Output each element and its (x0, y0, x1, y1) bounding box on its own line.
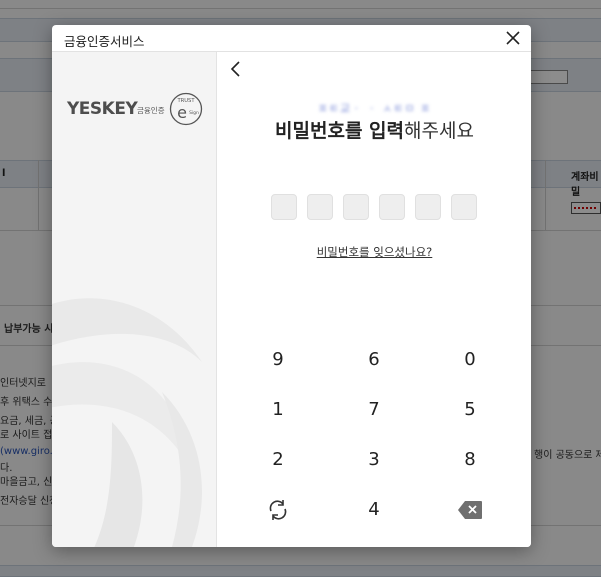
chevron-left-icon (230, 61, 240, 77)
refresh-icon (269, 500, 287, 520)
pin-box (343, 194, 369, 220)
close-icon (506, 31, 520, 45)
forgot-password: 비밀번호를 잊으셨나요? (218, 244, 531, 260)
backspace-button[interactable] (440, 492, 500, 528)
pin-box (307, 194, 333, 220)
keypad-key-2[interactable]: 2 (248, 442, 308, 478)
keypad-key-7[interactable]: 7 (344, 392, 404, 428)
auth-modal: 금융인증서비스 YESKEY 금융인증 TRUST e Sign ㅍㅌ교ㆍ ㆍ … (52, 25, 531, 547)
keypad-key-6[interactable]: 6 (344, 342, 404, 378)
keypad-key-3[interactable]: 3 (344, 442, 404, 478)
certificate-name: ㅍㅌ교ㆍ ㆍ ㅅㅌㅁ ㅍ (218, 97, 531, 115)
pin-box (451, 194, 477, 220)
keypad-key-1[interactable]: 1 (248, 392, 308, 428)
keypad-key-8[interactable]: 8 (440, 442, 500, 478)
decorative-graphic (52, 298, 202, 547)
prompt-normal: 해주세요 (404, 120, 474, 142)
certificate-name-text: ㅍㅌ교ㆍ ㆍ ㅅㅌㅁ ㅍ (317, 102, 432, 115)
password-panel: ㅍㅌ교ㆍ ㆍ ㅅㅌㅁ ㅍ 비밀번호를 입력해주세요 비밀번호를 잊으셨나요? 9… (218, 52, 531, 547)
pin-box (271, 194, 297, 220)
password-prompt: 비밀번호를 입력해주세요 (218, 116, 531, 143)
pin-box (415, 194, 441, 220)
backspace-icon (458, 501, 482, 519)
pin-box (379, 194, 405, 220)
brand-sub: 금융인증 (137, 106, 165, 115)
badge-letter: e (177, 103, 187, 122)
modal-header: 금융인증서비스 (52, 25, 531, 52)
brand-name: YESKEY (67, 99, 138, 119)
modal-title: 금융인증서비스 (64, 34, 145, 49)
prompt-bold: 비밀번호를 입력 (275, 120, 405, 142)
back-button[interactable] (228, 60, 244, 78)
keypad-key-5[interactable]: 5 (440, 392, 500, 428)
badge-side-text: Sign (189, 110, 199, 116)
pin-input[interactable] (271, 194, 477, 220)
close-button[interactable] (503, 28, 523, 48)
shuffle-button[interactable] (248, 492, 308, 528)
keypad-key-4[interactable]: 4 (344, 492, 404, 528)
keypad-key-0[interactable]: 0 (440, 342, 500, 378)
trust-esign-icon: TRUST e Sign (169, 92, 203, 126)
keypad-key-9[interactable]: 9 (248, 342, 308, 378)
branding-panel: YESKEY 금융인증 TRUST e Sign (52, 52, 217, 547)
forgot-password-link[interactable]: 비밀번호를 잊으셨나요? (317, 245, 433, 259)
